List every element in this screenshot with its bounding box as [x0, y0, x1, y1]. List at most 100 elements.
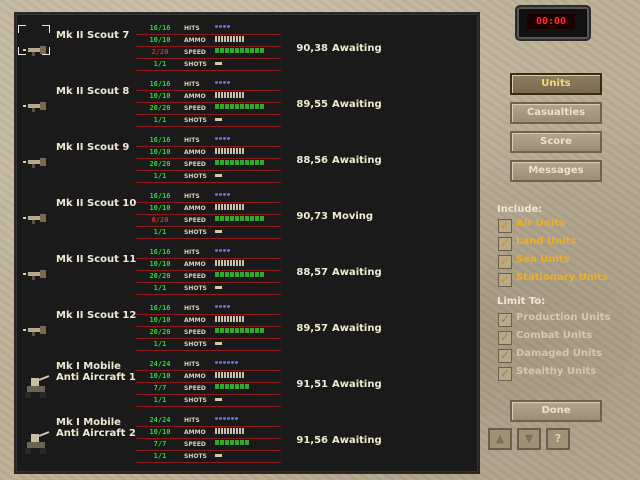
unit-row[interactable]: Mk II Scout 7 16/16 HITS 10/10 AMMO 2/20 SPEED…	[16, 22, 478, 78]
sea-units-checkbox[interactable]	[498, 254, 512, 269]
done-button[interactable]: Done	[510, 400, 602, 422]
pip	[235, 328, 239, 333]
pip	[236, 259, 238, 266]
unit-name: Mk II Scout 10	[56, 198, 137, 209]
unit-name: Mk II Scout 9	[56, 142, 130, 153]
stationary-units-label[interactable]: Stationary Units	[516, 272, 608, 283]
pip	[218, 259, 220, 266]
unit-list[interactable]: Mk II Scout 7 16/16 HITS 10/10 AMMO 2/20 SPEED…	[14, 12, 480, 474]
pip	[227, 203, 229, 210]
unit-row[interactable]: Mk II Scout 8 16/16 HITS 10/10 AMMO 20/20 SPEE…	[16, 78, 478, 134]
stat-separator	[136, 350, 281, 351]
pip	[230, 35, 232, 42]
stat-separator	[136, 450, 281, 451]
stat-separator	[136, 406, 281, 407]
pip	[233, 35, 235, 42]
scroll-up-button[interactable]: ▲	[488, 428, 512, 450]
scroll-down-button[interactable]: ▼	[517, 428, 541, 450]
tab-messages[interactable]: Messages	[510, 160, 602, 182]
pip	[230, 147, 232, 154]
pip	[239, 259, 241, 266]
pip	[215, 361, 218, 364]
pip	[235, 361, 238, 364]
timer-text: 00:00	[527, 14, 575, 29]
pip	[239, 371, 241, 378]
damaged-units-checkbox[interactable]	[498, 348, 512, 363]
unit-row[interactable]: Mk II Scout 11 16/16 HITS 10/10 AMMO 20/20 SPE…	[16, 246, 478, 302]
pip	[215, 147, 217, 154]
stationary-units-checkbox[interactable]	[498, 272, 512, 287]
stat-separator	[136, 114, 281, 115]
shots-value: 1/1	[153, 116, 167, 124]
pip	[215, 454, 222, 457]
pip	[236, 427, 238, 434]
pip	[215, 193, 218, 196]
pip	[235, 384, 239, 389]
pip	[236, 203, 238, 210]
pip	[240, 48, 244, 53]
damaged-units-label[interactable]: Damaged Units	[516, 348, 602, 359]
pip	[215, 305, 218, 308]
pip	[223, 417, 226, 420]
tab-score[interactable]: Score	[510, 131, 602, 153]
combat-units-label[interactable]: Combat Units	[516, 330, 592, 341]
tab-units[interactable]: Units	[510, 73, 602, 95]
ammo-label: AMMO	[184, 93, 206, 100]
pip	[239, 427, 241, 434]
stat-separator	[136, 146, 281, 147]
combat-units-checkbox[interactable]	[498, 330, 512, 345]
stealthy-units-label[interactable]: Stealthy Units	[516, 366, 596, 377]
pip	[225, 216, 229, 221]
pip	[225, 48, 229, 53]
stealthy-units-checkbox[interactable]	[498, 366, 512, 381]
land-units-label[interactable]: Land Units	[516, 236, 576, 247]
pip	[219, 193, 222, 196]
include-heading: Include:	[497, 204, 543, 215]
pip	[223, 249, 226, 252]
shots-value: 1/1	[153, 396, 167, 404]
pip	[223, 81, 226, 84]
hits-value: 16/16	[149, 248, 171, 256]
production-units-label[interactable]: Production Units	[516, 312, 610, 323]
pip	[215, 203, 217, 210]
stat-separator	[136, 294, 281, 295]
tab-casualties[interactable]: Casualties	[510, 102, 602, 124]
ammo-bar	[215, 203, 244, 210]
unit-row[interactable]: Mk II Scout 12 16/16 HITS 10/10 AMMO 20/20 SPE…	[16, 302, 478, 358]
air-units-label[interactable]: Air Units	[516, 218, 565, 229]
pip	[220, 216, 224, 221]
shots-label: SHOTS	[184, 453, 207, 460]
shots-bar	[215, 228, 222, 235]
pip	[219, 81, 222, 84]
production-units-checkbox[interactable]	[498, 312, 512, 327]
pip	[221, 91, 223, 98]
unit-row[interactable]: Mk I Mobile Anti Aircraft 1 24/24 HITS 10/1…	[16, 358, 478, 414]
shots-value: 1/1	[153, 340, 167, 348]
speed-bar	[215, 383, 249, 390]
hits-bar	[215, 191, 230, 198]
sea-units-label[interactable]: Sea Units	[516, 254, 570, 265]
pip	[215, 104, 219, 109]
help-button[interactable]: ?	[546, 428, 570, 450]
pip	[215, 398, 222, 401]
ammo-label: AMMO	[184, 37, 206, 44]
pip	[220, 272, 224, 277]
pip	[225, 384, 229, 389]
pip	[218, 371, 220, 378]
shots-value: 1/1	[153, 228, 167, 236]
pip	[224, 35, 226, 42]
air-units-checkbox[interactable]	[498, 218, 512, 233]
unit-row[interactable]: Mk II Scout 9 16/16 HITS 10/10 AMMO 20/20 SPEE…	[16, 134, 478, 190]
land-units-checkbox[interactable]	[498, 236, 512, 251]
pip	[220, 384, 224, 389]
unit-row[interactable]: Mk II Scout 10 16/16 HITS 10/10 AMMO 0/20 SPEE…	[16, 190, 478, 246]
pip	[220, 328, 224, 333]
speed-bar	[215, 103, 264, 110]
shots-label: SHOTS	[184, 117, 207, 124]
unit-row[interactable]: Mk I Mobile Anti Aircraft 2 24/24 HITS 10/1…	[16, 414, 478, 470]
pip	[218, 35, 220, 42]
shots-value: 1/1	[153, 60, 167, 68]
pip	[242, 91, 244, 98]
shots-label: SHOTS	[184, 397, 207, 404]
pip	[250, 104, 254, 109]
